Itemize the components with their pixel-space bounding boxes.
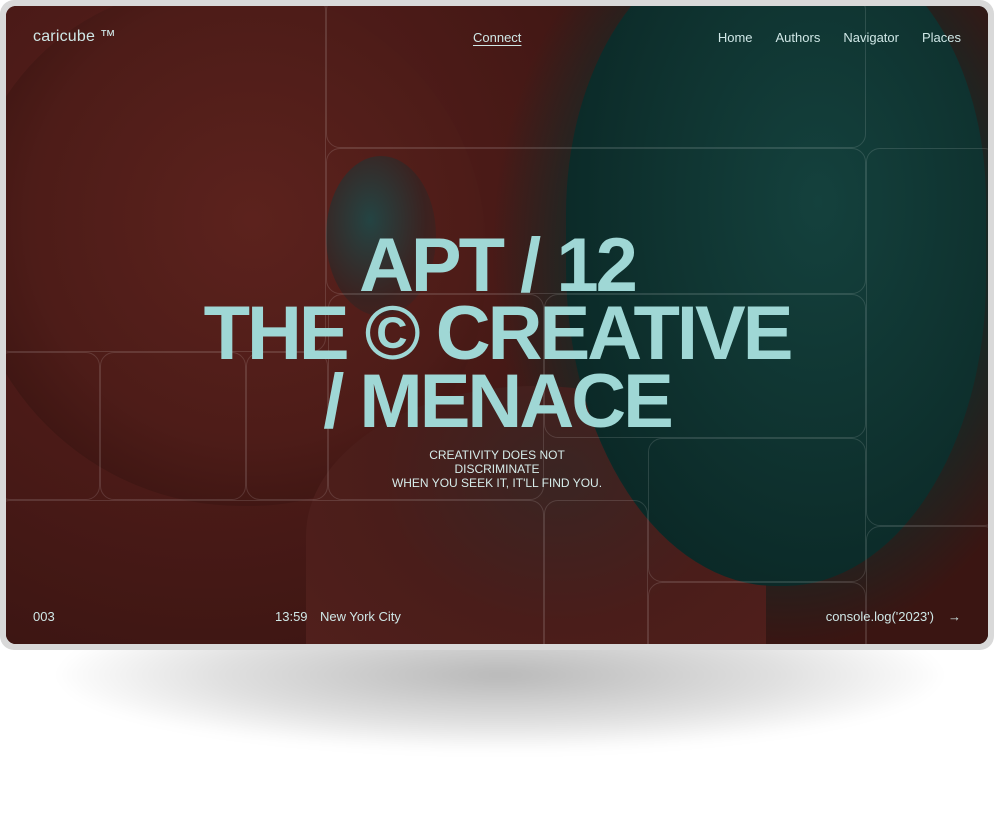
tagline-line-3: WHEN YOU SEEK IT, IT'LL FIND YOU.	[391, 476, 603, 490]
connect-link[interactable]: Connect	[473, 30, 521, 45]
device-frame: caricube ™ Connect Home Authors Navigato…	[0, 0, 994, 650]
arrow-right-icon[interactable]: →	[948, 609, 961, 624]
grid-tile	[866, 526, 988, 644]
grid-tile	[544, 500, 648, 644]
top-nav: caricube ™ Connect Home Authors Navigato…	[6, 28, 988, 52]
menu-item-home[interactable]: Home	[718, 30, 753, 45]
page-number: 003	[33, 609, 55, 624]
menu-item-navigator[interactable]: Navigator	[843, 30, 899, 45]
brand-logo[interactable]: caricube ™	[33, 28, 116, 46]
hero-tagline: CREATIVITY DOES NOT DISCRIMINATE WHEN YO…	[6, 448, 988, 490]
clock-time: 13:59	[275, 609, 308, 624]
console-link[interactable]: console.log('2023')	[826, 609, 934, 624]
menu-item-places[interactable]: Places	[922, 30, 961, 45]
city-label: New York City	[320, 609, 401, 624]
tagline-line-1: CREATIVITY DOES NOT	[429, 448, 565, 462]
menu-item-authors[interactable]: Authors	[776, 30, 821, 45]
hero-title-line-3: / MENACE	[323, 359, 674, 444]
main-menu: Home Authors Navigator Places	[718, 30, 961, 45]
hero-screen: caricube ™ Connect Home Authors Navigato…	[6, 6, 988, 644]
tagline-line-2: DISCRIMINATE	[454, 462, 540, 476]
